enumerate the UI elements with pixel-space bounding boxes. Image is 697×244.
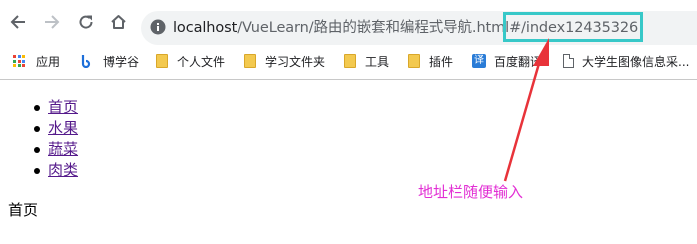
nav-link-fruit[interactable]: 水果 (48, 119, 78, 137)
home-icon (110, 15, 126, 29)
folder-icon (408, 54, 420, 68)
bookmarks-bar: 应用 博学谷 个人文件 学习文件夹 工具 插件 译 百度翻译 大学生图像信息采.… (0, 48, 697, 74)
url-host: localhost (173, 20, 238, 36)
nav-link-meat[interactable]: 肉类 (48, 161, 78, 179)
bookmark-label: 应用 (36, 54, 61, 69)
forward-button[interactable] (38, 8, 66, 36)
bookmark-apps[interactable]: 应用 (13, 50, 60, 72)
list-item: 肉类 (33, 160, 78, 181)
folder-icon (344, 54, 356, 68)
bookmark-boxuegu[interactable]: 博学谷 (80, 50, 139, 72)
router-view-text: 首页 (8, 201, 39, 219)
page-icon (563, 54, 574, 68)
bookmark-folder-personal[interactable]: 个人文件 (156, 50, 225, 72)
nav-list: 首页 水果 蔬菜 肉类 (33, 97, 78, 181)
info-icon[interactable] (150, 19, 166, 35)
home-button[interactable] (104, 8, 132, 36)
list-item: 蔬菜 (33, 139, 78, 160)
annotation-text: 地址栏随便输入 (418, 183, 524, 201)
bookmark-folder-study[interactable]: 学习文件夹 (244, 50, 325, 72)
arrow-left-icon (10, 15, 25, 29)
site-favicon-icon (81, 55, 91, 68)
browser-toolbar: localhost/VueLearn/路由的嵌套和编程式导航.html#/ind… (0, 0, 697, 45)
nav-link-home[interactable]: 首页 (48, 98, 78, 116)
bookmark-label: 百度翻译 (494, 54, 543, 69)
folder-icon (156, 54, 168, 68)
translate-icon: 译 (472, 54, 486, 68)
arrow-right-icon (45, 15, 60, 29)
reload-button[interactable] (72, 8, 100, 36)
bookmark-label: 学习文件夹 (265, 54, 326, 69)
bookmark-student-image[interactable]: 大学生图像信息采... (563, 50, 689, 72)
annotation-highlight-box (503, 12, 643, 42)
nav-link-vegetables[interactable]: 蔬菜 (48, 140, 78, 158)
reload-icon (79, 15, 93, 29)
back-button[interactable] (4, 8, 32, 36)
list-item: 首页 (33, 97, 78, 118)
bookmark-folder-plugins[interactable]: 插件 (408, 50, 453, 72)
bookmark-label: 博学谷 (103, 54, 140, 69)
bookmark-label: 插件 (429, 54, 454, 69)
bookmark-folder-tools[interactable]: 工具 (344, 50, 389, 72)
bookmark-label: 个人文件 (177, 54, 226, 69)
apps-grid-icon (13, 55, 25, 67)
bookmark-baidu-translate[interactable]: 译 百度翻译 (472, 50, 542, 72)
bookmark-label: 大学生图像信息采... (582, 54, 690, 69)
page-content: 首页 水果 蔬菜 肉类 首页 地址栏随便输入 (0, 80, 697, 244)
bookmark-label: 工具 (365, 54, 390, 69)
list-item: 水果 (33, 118, 78, 139)
folder-icon (244, 54, 256, 68)
